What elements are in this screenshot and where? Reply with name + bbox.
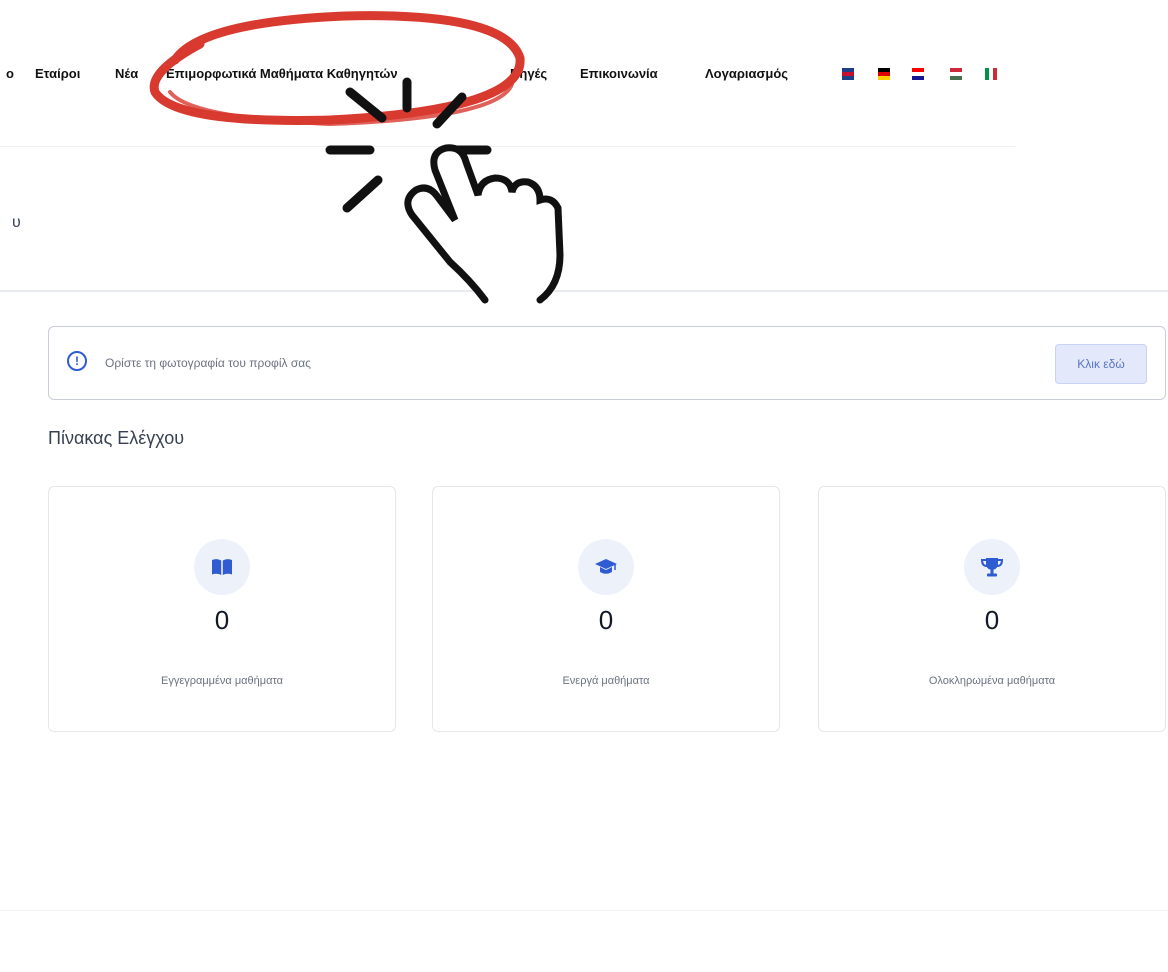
active-courses-count: 0 [598,605,614,635]
completed-courses-count: 0 [984,605,1000,635]
page-heading-partial: υ [12,214,21,231]
pointing-hand-icon [325,77,564,304]
nav-item-account[interactable]: Λογαριασμός [705,66,788,81]
click-here-button[interactable]: Κλικ εδώ [1055,344,1147,384]
nav-item-news[interactable]: Νέα [115,66,138,81]
top-navigation: ο Εταίροι Νέα Επιμορφωτικά Μαθήματα Καθη… [0,58,1168,90]
info-icon: ! [67,351,87,371]
nav-item-partners[interactable]: Εταίροι [35,66,80,81]
completed-courses-card[interactable]: 0 Ολοκληρωμένα μαθήματα [818,486,1166,732]
nav-item-contact[interactable]: Επικοινωνία [580,66,658,81]
hungary-flag-icon[interactable] [950,68,962,80]
alert-message: Ορίστε τη φωτογραφία του προφίλ σας [105,356,311,370]
germany-flag-icon[interactable] [878,68,890,80]
enrolled-courses-card[interactable]: 0 Εγγεγραμμένα μαθήματα [48,486,396,732]
profile-photo-alert: ! Ορίστε τη φωτογραφία του προφίλ σας Κλ… [48,326,1166,400]
footer-divider [0,910,1168,911]
graduation-cap-icon [578,539,634,595]
nav-item-teacher-training-courses[interactable]: Επιμορφωτικά Μαθήματα Καθηγητών [166,66,398,81]
uk-flag-icon[interactable] [842,68,854,80]
italy-flag-icon[interactable] [985,68,997,80]
croatia-flag-icon[interactable] [912,68,924,80]
enrolled-courses-count: 0 [214,605,230,635]
enrolled-courses-label: Εγγεγραμμένα μαθήματα [160,675,284,687]
header-divider [0,146,1015,147]
nav-item-partial[interactable]: ο [6,66,14,81]
dashboard-title: Πίνακας Ελέγχου [48,428,185,448]
trophy-icon [964,539,1020,595]
nav-item-sources[interactable]: Πηγές [510,66,547,81]
section-divider [0,290,1168,292]
active-courses-card[interactable]: 0 Ενεργά μαθήματα [432,486,780,732]
active-courses-label: Ενεργά μαθήματα [562,675,650,687]
book-icon [194,539,250,595]
completed-courses-label: Ολοκληρωμένα μαθήματα [928,675,1056,687]
